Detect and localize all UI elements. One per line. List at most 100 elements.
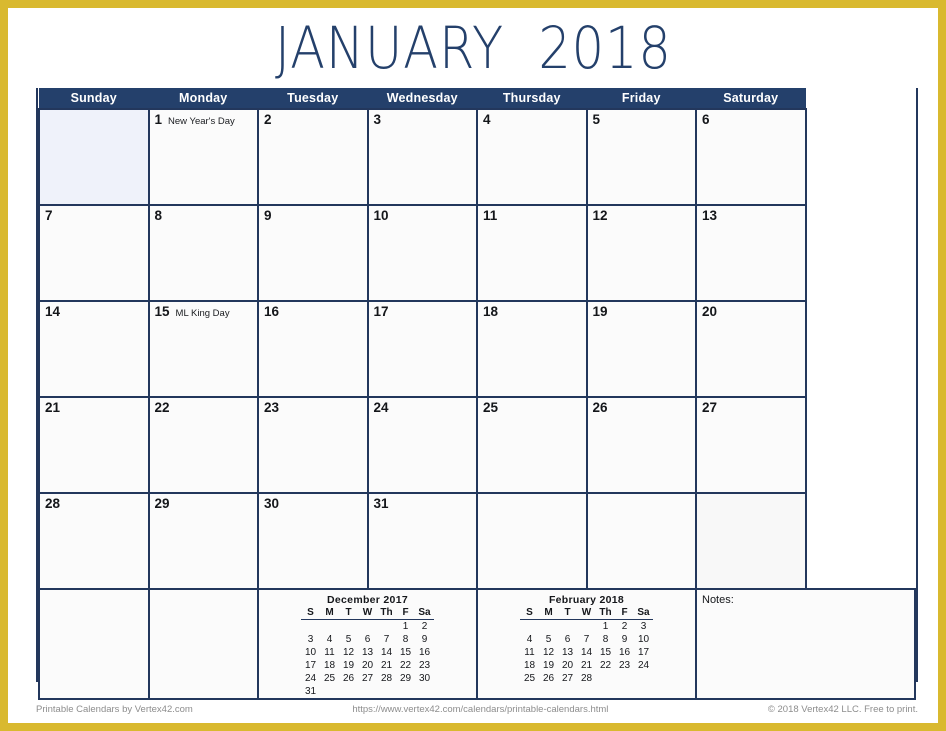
mini-day: 5 xyxy=(345,634,352,645)
day-cell[interactable]: 1 New Year's Day xyxy=(147,107,259,206)
day-cell[interactable]: 5 xyxy=(585,107,697,206)
day-cell[interactable]: 9 xyxy=(257,203,369,302)
mini-week-row: 24 25 26 27 28 29 30 xyxy=(301,672,434,685)
mini-day: 7 xyxy=(383,634,390,645)
mini-weekday-header: F xyxy=(615,606,634,620)
day-number: 7 xyxy=(45,207,53,223)
mini-day: 23 xyxy=(618,660,631,671)
week-row: 28 29 30 31 xyxy=(38,491,915,590)
day-cell[interactable]: 30 xyxy=(257,491,369,590)
day-cell[interactable]: 22 xyxy=(147,395,259,494)
day-cell[interactable]: 25 xyxy=(476,395,588,494)
mini-header-row: S M T W Th F Sa xyxy=(520,606,653,620)
day-cell-content: 21 xyxy=(40,398,148,416)
day-cell[interactable]: 29 xyxy=(147,491,259,590)
mini-day: 13 xyxy=(561,647,574,658)
mini-weekday-header: Th xyxy=(596,606,615,620)
mini-week-row: 17 18 19 20 21 22 23 xyxy=(301,659,434,672)
bottom-empty-cell xyxy=(38,587,150,700)
mini-day: 21 xyxy=(380,660,393,671)
mini-day: 25 xyxy=(323,673,336,684)
mini-day-empty xyxy=(339,620,358,634)
mini-day: 21 xyxy=(580,660,593,671)
day-cell[interactable]: 20 xyxy=(695,299,807,398)
day-cell-content: 23 xyxy=(259,398,367,416)
mini-day-empty xyxy=(558,620,577,634)
day-number: 19 xyxy=(592,303,608,319)
mini-day: 1 xyxy=(402,621,409,632)
mini-day-empty xyxy=(634,672,653,685)
mini-day-empty xyxy=(615,672,634,685)
mini-day: 27 xyxy=(361,673,374,684)
mini-weekday-header: M xyxy=(539,606,558,620)
calendar-page: JANUARY 2018 Sunday Monday Tuesday Wednesda… xyxy=(8,8,938,723)
mini-day: 11 xyxy=(324,647,335,658)
mini-calendar: December 2017 S M T W Th F Sa 1 2 3 4 5 6 7 8 9 10 11 12 13 1… xyxy=(259,590,476,699)
footer-url[interactable]: https://www.vertex42.com/calendars/print… xyxy=(193,704,768,715)
notes-cell[interactable]: Notes: xyxy=(695,587,916,700)
day-cell[interactable]: 19 xyxy=(585,299,697,398)
mini-day-empty xyxy=(415,685,434,698)
day-cell[interactable]: 3 xyxy=(366,107,478,206)
mini-day: 19 xyxy=(542,660,555,671)
mini-day: 20 xyxy=(361,660,374,671)
weekday-header-friday: Friday xyxy=(586,88,697,109)
day-number: 1 xyxy=(154,111,163,127)
mini-day-empty xyxy=(301,620,320,634)
day-cell[interactable]: 26 xyxy=(585,395,697,494)
day-cell[interactable]: 27 xyxy=(695,395,807,494)
day-cell[interactable]: 4 xyxy=(476,107,588,206)
mini-day: 16 xyxy=(418,647,431,658)
holiday-label: New Year's Day xyxy=(168,115,235,127)
day-number: 6 xyxy=(702,111,710,127)
day-cell[interactable]: 11 xyxy=(476,203,588,302)
day-cell[interactable]: 13 xyxy=(695,203,807,302)
mini-week-row: 25 26 27 28 xyxy=(520,672,653,685)
day-cell[interactable]: 28 xyxy=(38,491,150,590)
day-cell-content: 28 xyxy=(40,494,148,512)
page-gold-frame: JANUARY 2018 Sunday Monday Tuesday Wednesda… xyxy=(0,0,946,731)
notes-label: Notes: xyxy=(702,593,734,606)
day-cell-empty xyxy=(695,491,807,590)
day-cell[interactable]: 15 ML King Day xyxy=(147,299,259,398)
title-row: JANUARY 2018 xyxy=(8,8,938,88)
day-number: 4 xyxy=(483,111,491,127)
day-cell[interactable]: 16 xyxy=(257,299,369,398)
mini-day: 17 xyxy=(637,647,650,658)
mini-day: 22 xyxy=(399,660,412,671)
bottom-empty-cell xyxy=(147,587,259,700)
day-number: 10 xyxy=(373,207,389,223)
mini-weekday-header: Sa xyxy=(415,606,434,620)
day-number: 5 xyxy=(592,111,601,127)
day-cell[interactable]: 6 xyxy=(695,107,807,206)
mini-day: 7 xyxy=(583,634,590,645)
day-number: 24 xyxy=(373,399,389,415)
day-cell-content: 20 xyxy=(697,302,805,320)
day-cell[interactable]: 10 xyxy=(366,203,478,302)
day-cell-content: 3 xyxy=(369,110,477,128)
day-cell[interactable]: 31 xyxy=(366,491,478,590)
mini-day-empty xyxy=(577,620,596,634)
weekday-header-saturday: Saturday xyxy=(695,88,806,109)
mini-day: 27 xyxy=(561,673,574,684)
mini-day-empty xyxy=(520,620,539,634)
day-cell[interactable]: 21 xyxy=(38,395,150,494)
day-cell[interactable]: 14 xyxy=(38,299,150,398)
day-cell[interactable]: 17 xyxy=(366,299,478,398)
mini-day: 2 xyxy=(421,621,428,632)
day-cell[interactable]: 23 xyxy=(257,395,369,494)
day-cell[interactable]: 7 xyxy=(38,203,150,302)
day-number: 18 xyxy=(483,303,499,319)
day-cell[interactable]: 24 xyxy=(366,395,478,494)
day-cell[interactable]: 8 xyxy=(147,203,259,302)
day-cell-empty xyxy=(585,491,697,590)
day-cell[interactable]: 18 xyxy=(476,299,588,398)
day-cell-content: 4 xyxy=(478,110,586,128)
day-cell[interactable]: 12 xyxy=(585,203,697,302)
day-cell[interactable]: 2 xyxy=(257,107,369,206)
mini-day: 31 xyxy=(304,686,317,697)
day-cell-content: 5 xyxy=(588,110,696,128)
day-number: 25 xyxy=(483,399,499,415)
mini-day: 29 xyxy=(399,673,412,684)
day-cell-content: 22 xyxy=(150,398,258,416)
